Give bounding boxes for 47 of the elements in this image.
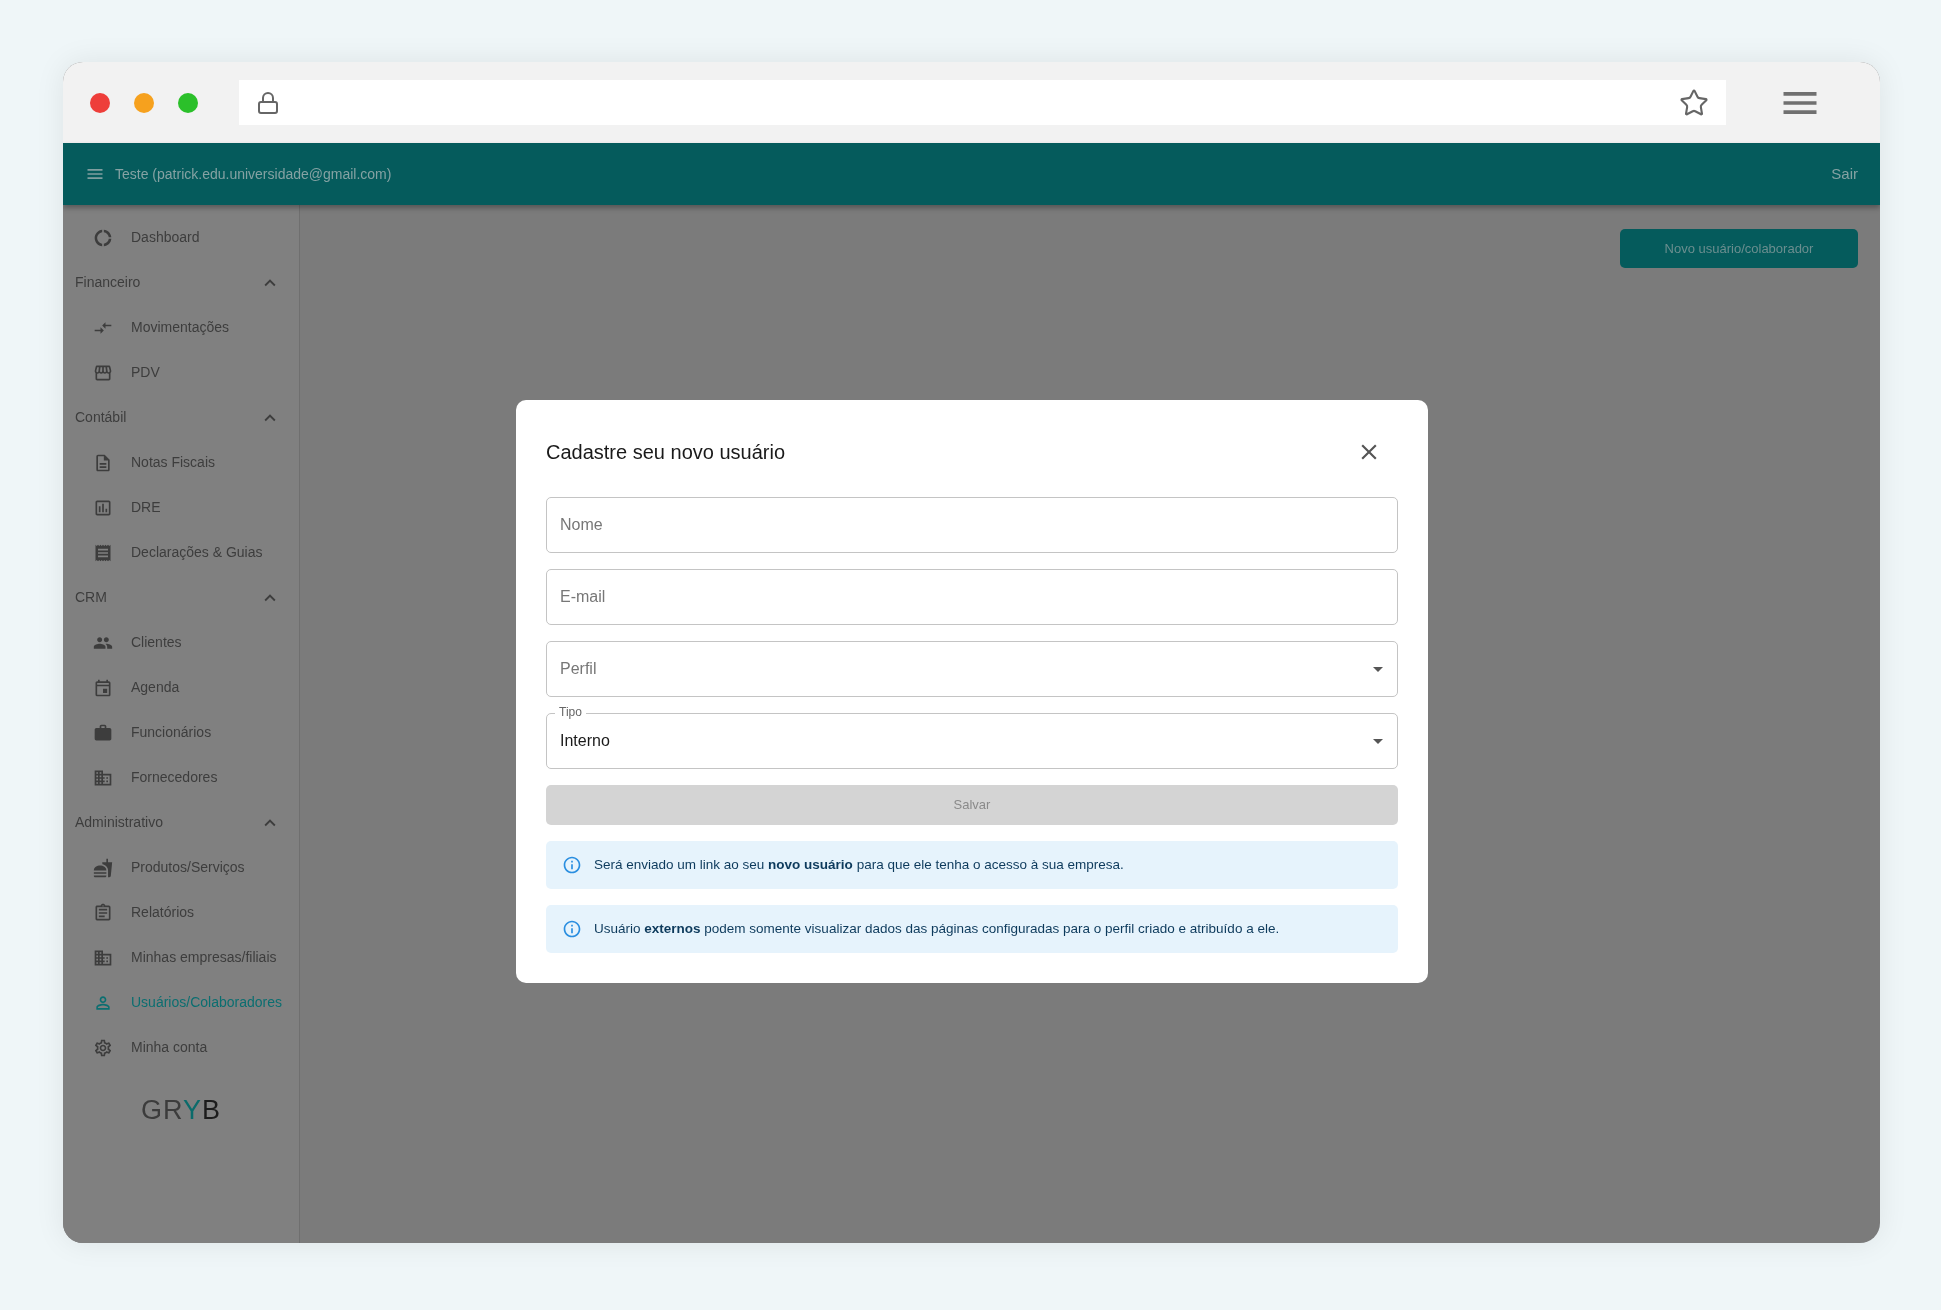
input-field[interactable]: E-mail (546, 569, 1398, 625)
sidebar-item[interactable]: Relatórios (63, 890, 299, 935)
info-icon (562, 855, 582, 875)
alert-message: Usuário externos podem somente visualizar dados das páginas configuradas para o perfil criado e atribuído a ele. (594, 919, 1280, 938)
sidebar-item[interactable]: Minha conta (63, 1025, 299, 1070)
sidebar-item[interactable]: Fornecedores (63, 755, 299, 800)
sidebar-item[interactable]: Declarações & Guias (63, 530, 299, 575)
sidebar-section[interactable]: Administrativo (63, 800, 299, 845)
sidebar-item[interactable]: PDV (63, 350, 299, 395)
dialog-title: Cadastre seu novo usuário (546, 440, 786, 465)
alert-message: Será enviado um link ao seu novo usuário para que ele tenha o acesso à sua empresa. (594, 855, 1124, 874)
select-field[interactable]: Perfil (546, 641, 1398, 697)
receipt-icon (93, 542, 113, 563)
account-name: Teste (patrick.edu.universidade@gmail.com) (115, 164, 392, 184)
close-window-icon[interactable] (90, 92, 110, 113)
lock-icon (256, 90, 280, 115)
food-icon (93, 857, 113, 878)
dropdown-icon (1373, 666, 1383, 672)
sidebar-item[interactable]: Clientes (63, 620, 299, 665)
sidebar-item[interactable]: Dashboard (63, 215, 299, 260)
new-user-button[interactable]: Novo usuário/colaborador (1620, 229, 1858, 268)
maximize-window-icon[interactable] (178, 92, 198, 113)
minimize-window-icon[interactable] (134, 92, 154, 113)
field-label: Tipo (555, 704, 586, 720)
sidebar-item[interactable]: Agenda (63, 665, 299, 710)
sidebar-item[interactable]: Usuários/Colaboradores (63, 980, 299, 1025)
sidebar-section[interactable]: Contábil (63, 395, 299, 440)
sidebar-section[interactable]: CRM (63, 575, 299, 620)
sidebar-item[interactable]: Notas Fiscais (63, 440, 299, 485)
sidebar-item[interactable]: Funcionários (63, 710, 299, 755)
sidebar-item[interactable]: Movimentações (63, 305, 299, 350)
calendar-icon (93, 677, 113, 698)
logo: GRYB (140, 1094, 221, 1127)
dropdown-icon (1373, 738, 1383, 744)
settings-icon (93, 1037, 113, 1058)
sidebar-item[interactable]: Produtos/Serviços (63, 845, 299, 890)
sidebar-item[interactable]: Minhas empresas/filiais (63, 935, 299, 980)
clipboard-icon (93, 902, 113, 923)
logout-button[interactable]: Sair (1831, 162, 1858, 186)
info-icon (562, 919, 582, 939)
briefcase-icon (93, 722, 113, 743)
donut-icon (93, 227, 113, 248)
sidebar-item[interactable]: DRE (63, 485, 299, 530)
document-icon (93, 452, 113, 473)
star-icon[interactable] (1679, 87, 1709, 118)
sidebar-section[interactable]: Financeiro (63, 260, 299, 305)
input-field[interactable]: Nome (546, 497, 1398, 553)
